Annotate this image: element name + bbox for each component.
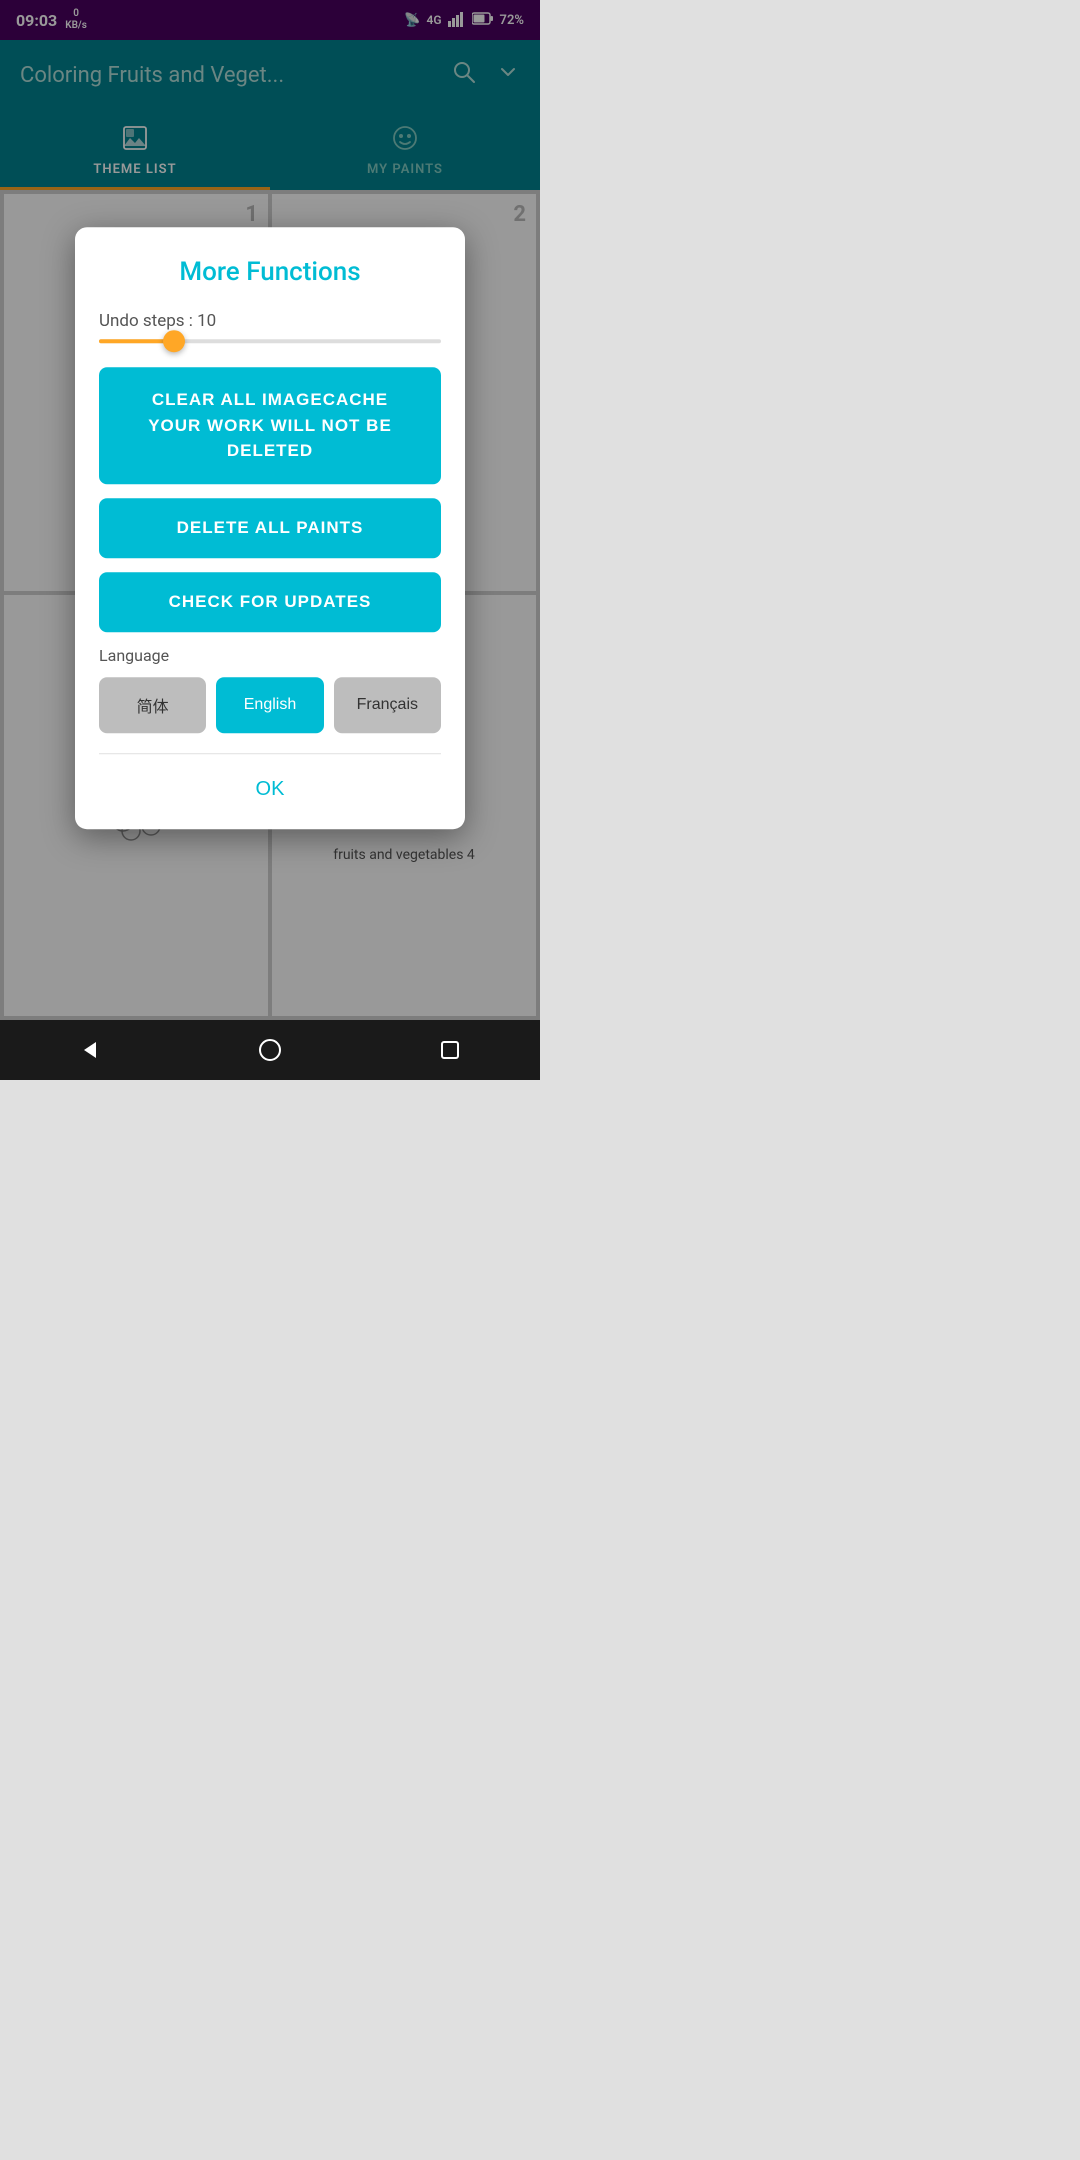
home-button[interactable] xyxy=(250,1030,290,1070)
slider-container[interactable] xyxy=(99,339,441,343)
slider-track xyxy=(99,339,441,343)
language-buttons: 简体 English Français xyxy=(99,677,441,733)
undo-steps-section: Undo steps : 10 xyxy=(99,311,441,343)
nav-bar xyxy=(0,1020,540,1080)
lang-fr-button[interactable]: Français xyxy=(334,677,441,733)
lang-en-button[interactable]: English xyxy=(216,677,323,733)
back-button[interactable] xyxy=(70,1030,110,1070)
dialog-divider xyxy=(99,753,441,754)
lang-zh-button[interactable]: 简体 xyxy=(99,677,206,733)
dialog-title: More Functions xyxy=(99,257,441,287)
clear-cache-label: CLEAR ALL IMAGECACHEYOUR WORK WILL NOT B… xyxy=(148,390,392,460)
delete-all-paints-button[interactable]: DELETE ALL PAINTS xyxy=(99,498,441,558)
check-for-updates-button[interactable]: CHECK FOR UPDATES xyxy=(99,572,441,632)
undo-steps-label: Undo steps : 10 xyxy=(99,311,441,331)
slider-thumb[interactable] xyxy=(163,330,185,352)
clear-cache-button[interactable]: CLEAR ALL IMAGECACHEYOUR WORK WILL NOT B… xyxy=(99,367,441,484)
recent-apps-button[interactable] xyxy=(430,1030,470,1070)
ok-button[interactable]: OK xyxy=(99,770,441,809)
language-label: Language xyxy=(99,646,441,665)
dialog: More Functions Undo steps : 10 CLEAR ALL… xyxy=(75,227,465,829)
language-section: Language 简体 English Français xyxy=(99,646,441,733)
